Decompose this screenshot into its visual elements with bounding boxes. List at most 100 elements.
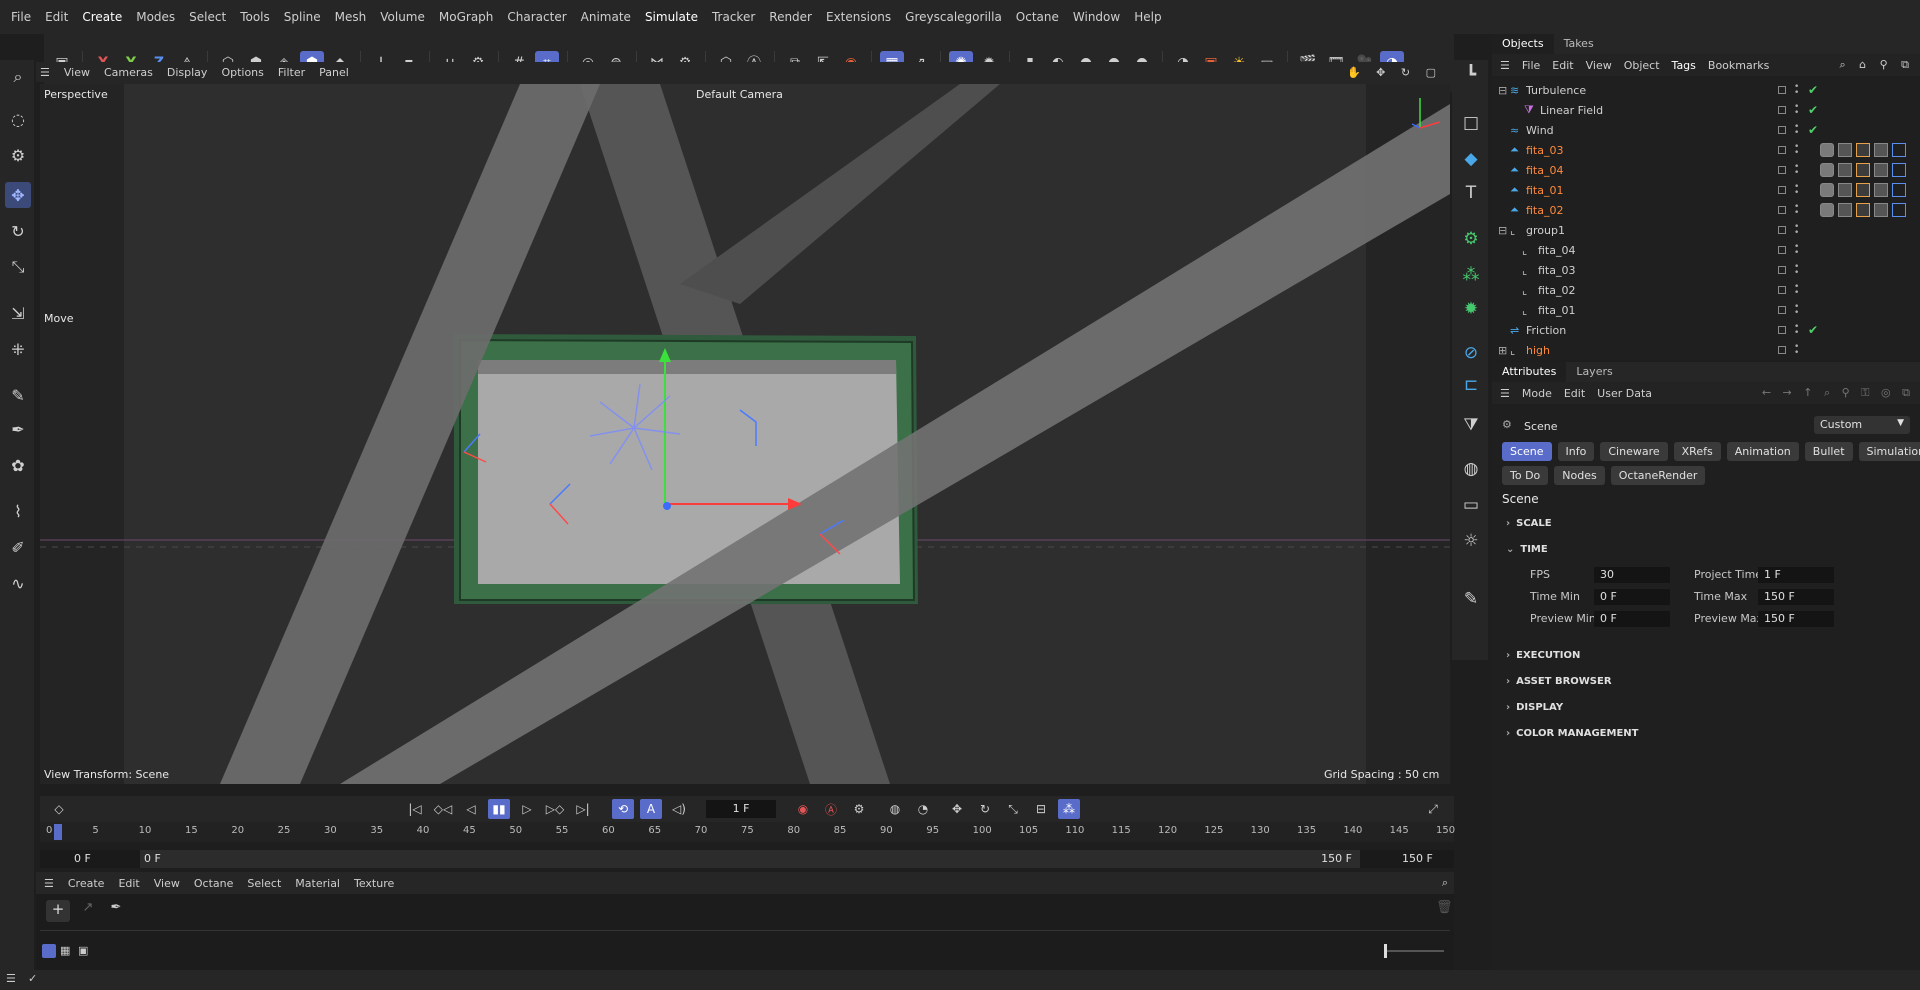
menu-greyscalegorilla[interactable]: Greyscalegorilla [898, 10, 1009, 24]
render-dots[interactable]: • • [1794, 163, 1799, 178]
rotate-tool-icon[interactable]: ↻ [5, 218, 31, 244]
viewport-menu-panel[interactable]: Panel [319, 66, 349, 79]
preview-max-field[interactable]: 150 F [1758, 611, 1834, 627]
sculpt-tool-icon[interactable]: ∿ [5, 570, 31, 596]
attr-tab-todo[interactable]: To Do [1502, 466, 1549, 485]
attributes-nav-icons[interactable]: ← → ↑ ⌕ ⚲ ⚿ ◎ ⧉ [1762, 386, 1914, 400]
render-dots[interactable]: • • [1794, 343, 1799, 358]
rotation-key-icon[interactable]: ↻ [974, 799, 996, 819]
position-key-icon[interactable]: ✥ [946, 799, 968, 819]
expand-icon[interactable]: ⊞ [1498, 344, 1507, 357]
enabled-check[interactable]: ✔ [1808, 103, 1818, 117]
tab-attributes[interactable]: Attributes [1492, 362, 1567, 382]
pen-tool-icon[interactable]: ✎ [5, 382, 31, 408]
attr-tab-animation[interactable]: Animation [1726, 442, 1799, 461]
viewport-menu-options[interactable]: Options [221, 66, 263, 79]
range-track[interactable]: 0 F 150 F [140, 850, 1360, 868]
time-min-field[interactable]: 0 F [1594, 589, 1670, 605]
enabled-check[interactable]: ✔ [1808, 83, 1818, 97]
attr-tab-cineware[interactable]: Cineware [1600, 442, 1668, 461]
fps-field[interactable]: 30 [1594, 567, 1670, 583]
key-settings-icon[interactable]: ⚙ [848, 799, 870, 819]
attributes-menu-mode[interactable]: Mode [1522, 387, 1552, 400]
globe-icon[interactable]: ◍ [1458, 456, 1484, 482]
visibility-toggle[interactable] [1778, 346, 1786, 354]
menu-tracker[interactable]: Tracker [705, 10, 762, 24]
point-level-icon[interactable]: ⁂ [1058, 799, 1080, 819]
range-end-field[interactable]: 150 F [1402, 852, 1433, 865]
view-mode-label[interactable]: Perspective [44, 88, 108, 101]
grid-view-icon[interactable]: ▦ [60, 944, 70, 957]
object-row[interactable]: ⏶ fita_04 • • [1492, 160, 1920, 180]
section-color-management[interactable]: › COLOR MANAGEMENT [1506, 728, 1638, 739]
viewport-menu-display[interactable]: Display [167, 66, 208, 79]
objects-menu-view[interactable]: View [1586, 59, 1612, 72]
object-row[interactable]: ⌞ fita_02 • • [1492, 280, 1920, 300]
project-time-field[interactable]: 1 F [1758, 567, 1834, 583]
camera-label[interactable]: Default Camera [696, 88, 783, 101]
search-icon[interactable]: ⌕ [5, 64, 31, 90]
material-area[interactable]: + ↗ ✒ 🗑 ▦ ▣ [36, 894, 1454, 970]
menu-simulate[interactable]: Simulate [638, 10, 705, 24]
enabled-check[interactable]: ✔ [1808, 123, 1818, 137]
objects-menu-toggle[interactable]: ☰ [1500, 59, 1510, 72]
section-scale[interactable]: › SCALE [1506, 518, 1552, 529]
large-view-icon[interactable]: ▣ [78, 944, 88, 957]
render-dots[interactable]: • • [1794, 123, 1799, 138]
object-tags[interactable] [1820, 183, 1906, 197]
visibility-toggle[interactable] [1778, 186, 1786, 194]
visibility-toggle[interactable] [1778, 166, 1786, 174]
menu-spline[interactable]: Spline [277, 10, 328, 24]
attr-tab-xrefs[interactable]: XRefs [1673, 442, 1721, 461]
object-row[interactable]: ⏶ fita_03 • • [1492, 140, 1920, 160]
collapse-icon[interactable]: ⊟ [1498, 84, 1507, 97]
render-dots[interactable]: • • [1794, 143, 1799, 158]
field-icon[interactable]: ⧩ [1458, 412, 1484, 438]
keyframe-diamond-icon[interactable]: ◇ [48, 799, 70, 819]
zoom-slider[interactable] [1384, 950, 1444, 952]
menu-render[interactable]: Render [762, 10, 819, 24]
attributes-menu-edit[interactable]: Edit [1564, 387, 1585, 400]
visibility-toggle[interactable] [1778, 126, 1786, 134]
object-row[interactable]: ⧩ Linear Field • • ✔ [1492, 100, 1920, 120]
visibility-toggle[interactable] [1778, 206, 1786, 214]
viewport-nav-icons[interactable]: ✋ ✥ ↻ ▢ [1347, 66, 1442, 79]
objects-header-icons[interactable]: ⌕ ⌂ ⚲ ⧉ [1839, 58, 1914, 72]
loop-icon[interactable]: ⟲ [612, 799, 634, 819]
object-row[interactable]: ⏶ fita_02 • • [1492, 200, 1920, 220]
objects-menu-file[interactable]: File [1522, 59, 1540, 72]
render-dots[interactable]: • • [1794, 223, 1799, 238]
live-selection-icon[interactable]: ◌ [5, 106, 31, 132]
render-dots[interactable]: • • [1794, 303, 1799, 318]
object-row[interactable]: ⊟ ≋ Turbulence • • ✔ [1492, 80, 1920, 100]
collapse-icon[interactable]: ⊟ [1498, 224, 1507, 237]
visibility-toggle[interactable] [1778, 286, 1786, 294]
visibility-toggle[interactable] [1778, 266, 1786, 274]
scale-key-icon[interactable]: ⤡ [1002, 799, 1024, 819]
render-dots[interactable]: • • [1794, 103, 1799, 118]
menu-select[interactable]: Select [182, 10, 233, 24]
go-to-end-icon[interactable]: ▷| [572, 799, 594, 819]
add-material-button[interactable]: + [46, 900, 70, 922]
text-icon[interactable]: T [1458, 180, 1484, 206]
material-menu-toggle[interactable]: ☰ [44, 877, 54, 890]
tab-objects[interactable]: Objects [1492, 34, 1554, 54]
object-row[interactable]: ⊞ ⌞ high • • [1492, 340, 1920, 360]
cube-outline-icon[interactable]: □ [1458, 110, 1484, 136]
attributes-menu-user-data[interactable]: User Data [1597, 387, 1652, 400]
render-dots[interactable]: • • [1794, 243, 1799, 258]
trash-icon[interactable]: 🗑 [1436, 900, 1453, 915]
playback-mode-icon[interactable]: A [640, 799, 662, 819]
menu-octane[interactable]: Octane [1009, 10, 1066, 24]
material-menu-material[interactable]: Material [295, 877, 340, 890]
render-dots[interactable]: • • [1794, 183, 1799, 198]
object-row[interactable]: ⊟ ⌞ group1 • • [1492, 220, 1920, 240]
viewport-menu-filter[interactable]: Filter [278, 66, 305, 79]
spline-icon[interactable]: ⊘ [1458, 340, 1484, 366]
menu-character[interactable]: Character [500, 10, 573, 24]
visibility-toggle[interactable] [1778, 326, 1786, 334]
object-tags[interactable] [1820, 143, 1906, 157]
objects-menu-tags[interactable]: Tags [1672, 59, 1696, 72]
menu-create[interactable]: Create [75, 10, 129, 24]
range-start-field[interactable]: 0 F [74, 852, 91, 865]
